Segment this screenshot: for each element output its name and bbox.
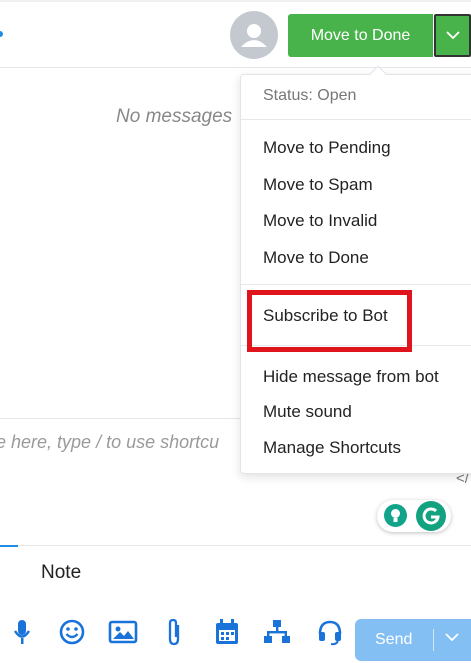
menu-divider bbox=[241, 119, 471, 120]
current-status-label: Status: Open bbox=[263, 87, 357, 104]
send-divider bbox=[433, 629, 434, 651]
status-dropdown-toggle[interactable] bbox=[434, 14, 471, 57]
flow-icon[interactable] bbox=[262, 617, 292, 647]
empty-conversation-text: No messages bbox=[116, 106, 233, 127]
chevron-down-icon[interactable] bbox=[445, 633, 459, 642]
menu-pointer bbox=[369, 65, 387, 83]
assignee-avatar[interactable] bbox=[230, 11, 278, 59]
menu-divider bbox=[241, 284, 471, 285]
menu-item-hide-message-from-bot[interactable]: Hide message from bot bbox=[263, 367, 439, 387]
back-icon[interactable] bbox=[0, 31, 3, 37]
send-label: Send bbox=[375, 631, 413, 648]
menu-item-move-to-pending[interactable]: Move to Pending bbox=[263, 138, 391, 158]
menu-item-manage-shortcuts[interactable]: Manage Shortcuts bbox=[263, 438, 401, 458]
microphone-icon[interactable] bbox=[7, 617, 37, 647]
image-icon[interactable] bbox=[108, 617, 138, 647]
highlight-box bbox=[247, 290, 412, 352]
grammarly-icon[interactable] bbox=[416, 501, 446, 531]
lightbulb-icon[interactable] bbox=[384, 504, 407, 527]
calendar-icon[interactable] bbox=[212, 617, 242, 647]
writing-assistant-widget[interactable] bbox=[377, 500, 451, 532]
message-input[interactable]: e here, type / to use shortcu bbox=[0, 432, 219, 453]
menu-item-move-to-spam[interactable]: Move to Spam bbox=[263, 175, 373, 195]
menu-item-move-to-invalid[interactable]: Move to Invalid bbox=[263, 211, 377, 231]
active-tab-indicator bbox=[0, 545, 18, 547]
chevron-down-icon bbox=[445, 31, 460, 40]
status-dropdown-menu: Status: Open Move to Pending Move to Spa… bbox=[240, 65, 471, 474]
header-top-divider bbox=[0, 0, 471, 2]
headset-icon[interactable] bbox=[315, 617, 345, 647]
note-tab-bar: Note bbox=[0, 545, 471, 599]
move-to-done-label: Move to Done bbox=[310, 26, 411, 44]
emoji-icon[interactable] bbox=[57, 617, 87, 647]
send-button[interactable]: Send bbox=[355, 619, 471, 661]
note-tab[interactable]: Note bbox=[41, 562, 81, 584]
menu-item-move-to-done[interactable]: Move to Done bbox=[263, 248, 369, 268]
conversation-header: Move to Done bbox=[0, 0, 471, 68]
user-placeholder-icon bbox=[241, 24, 267, 47]
move-to-done-button[interactable]: Move to Done bbox=[288, 14, 433, 57]
attachment-icon[interactable] bbox=[159, 617, 189, 647]
menu-item-mute-sound[interactable]: Mute sound bbox=[263, 402, 352, 422]
